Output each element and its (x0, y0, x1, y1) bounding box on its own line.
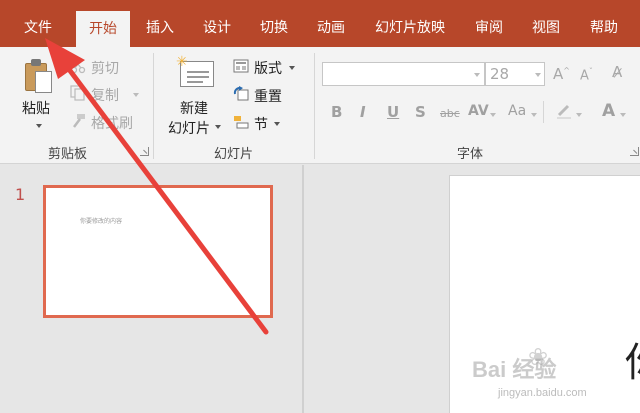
tab-animations[interactable]: 动画 (307, 0, 355, 47)
tab-help[interactable]: 帮助 (580, 0, 628, 47)
new-slide-label-line1[interactable]: 新建 (180, 98, 208, 118)
group-divider (543, 101, 544, 123)
paste-button[interactable]: 粘贴 (22, 98, 50, 118)
format-painter-icon (73, 114, 85, 128)
bold-button[interactable]: B (331, 103, 342, 121)
copy-icon (70, 85, 85, 101)
shadow-button[interactable]: S (415, 103, 426, 121)
grow-font-icon[interactable]: A^ (553, 65, 570, 83)
slides-group-label: 幻灯片 (213, 147, 253, 162)
change-case-button[interactable]: Aa (508, 103, 526, 119)
clipboard-launcher-icon[interactable] (140, 147, 149, 156)
font-size-value: 28 (490, 65, 510, 83)
tab-review[interactable]: 审阅 (465, 0, 513, 47)
tab-home[interactable]: 开始 (76, 11, 130, 47)
tab-design[interactable]: 设计 (193, 0, 241, 47)
strikethrough-button[interactable]: abc (440, 107, 460, 120)
char-spacing-dropdown-icon[interactable] (490, 113, 496, 117)
format-painter-button[interactable]: 格式刷 (91, 113, 133, 133)
section-dropdown-icon[interactable] (274, 122, 280, 126)
tab-file[interactable]: 文件 (10, 0, 66, 47)
copy-dropdown-icon[interactable] (133, 93, 139, 97)
slide-number: 1 (15, 185, 26, 204)
watermark-url: jingyan.baidu.com (498, 387, 587, 399)
layout-icon (233, 59, 249, 73)
font-color-button[interactable]: A (602, 101, 615, 121)
thumbnail-text: 你要修改的内容 (80, 218, 123, 225)
copy-button[interactable]: 复制 (91, 85, 119, 105)
layout-dropdown-icon[interactable] (289, 66, 295, 70)
clear-formatting-icon[interactable]: A̷ (612, 63, 622, 81)
section-icon (234, 116, 249, 129)
font-size-combo[interactable]: 28 (485, 62, 545, 86)
change-case-dropdown-icon[interactable] (531, 113, 537, 117)
font-color-dropdown-icon[interactable] (620, 113, 626, 117)
slide-thumbnail[interactable]: 你要修改的内容 (43, 185, 273, 318)
new-slide-label-line2[interactable]: 幻灯片 (168, 118, 210, 138)
shrink-font-icon[interactable]: Aˇ (580, 67, 593, 83)
ribbon-tab-bar: 文件 开始 插入 设计 切换 动画 幻灯片放映 审阅 视图 帮助 (0, 0, 640, 47)
highlight-icon[interactable] (556, 103, 572, 119)
font-name-dropdown-icon[interactable] (474, 73, 480, 77)
highlight-dropdown-icon[interactable] (576, 113, 582, 117)
group-divider (153, 53, 154, 159)
reset-button[interactable]: 重置 (254, 86, 282, 106)
font-size-dropdown-icon[interactable] (535, 73, 541, 77)
clipboard-group-label: 剪贴板 (47, 147, 87, 162)
font-name-combo[interactable] (322, 62, 485, 86)
char-spacing-button[interactable]: AV (468, 103, 489, 119)
watermark-brand: Bai 经验 (472, 357, 557, 382)
new-slide-dropdown-icon[interactable] (215, 125, 221, 129)
tab-slideshow[interactable]: 幻灯片放映 (365, 0, 455, 47)
font-group-label: 字体 (456, 147, 483, 162)
slide-text[interactable]: 你 (625, 330, 640, 388)
cut-button[interactable]: 剪切 (91, 58, 119, 78)
paste-icon[interactable] (25, 59, 53, 93)
tab-transitions[interactable]: 切换 (250, 0, 298, 47)
layout-button[interactable]: 版式 (254, 58, 282, 78)
section-button[interactable]: 节 (254, 114, 268, 134)
ribbon: 粘贴 剪切 复制 格式刷 剪贴板 ✳ 新建 幻灯片 版式 重置 节 幻灯片 28… (0, 47, 640, 164)
scissors-icon (70, 58, 86, 74)
reset-icon (233, 86, 249, 101)
italic-button[interactable]: I (360, 103, 366, 121)
tab-insert[interactable]: 插入 (136, 0, 184, 47)
tab-view[interactable]: 视图 (522, 0, 570, 47)
new-slide-icon[interactable]: ✳ (176, 55, 216, 89)
group-divider (314, 53, 315, 159)
font-launcher-icon[interactable] (630, 147, 639, 156)
underline-button[interactable]: U (387, 103, 399, 121)
paste-dropdown-icon[interactable] (36, 124, 42, 128)
